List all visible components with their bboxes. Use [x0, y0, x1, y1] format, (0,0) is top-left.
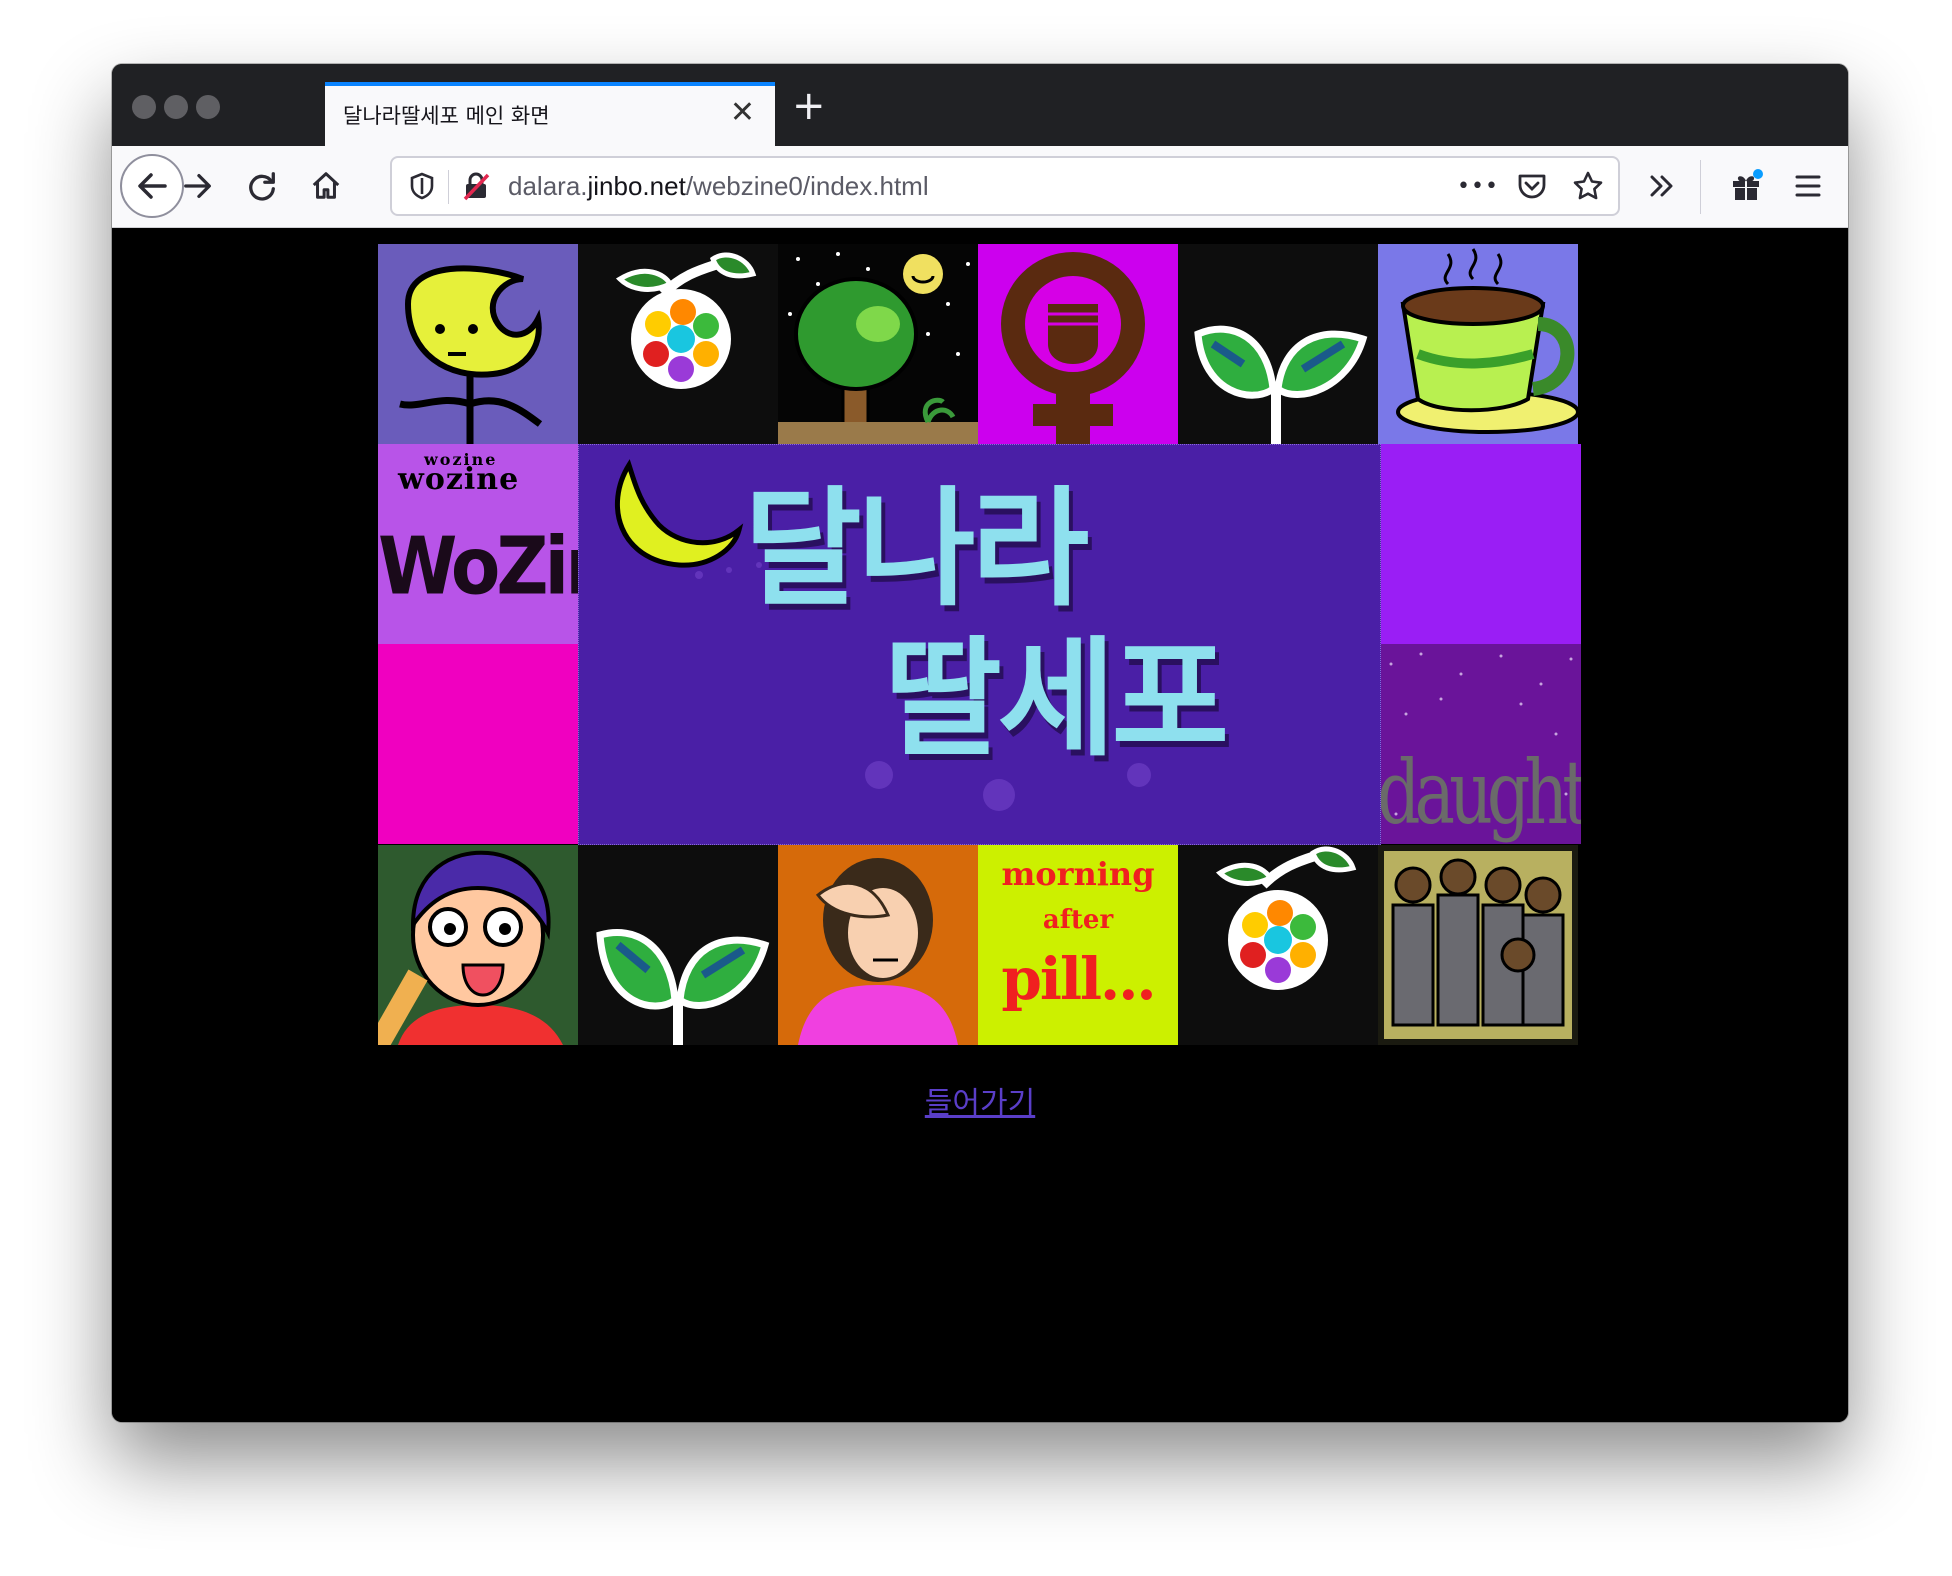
more-icon[interactable]: ••• [1457, 166, 1498, 206]
home-icon[interactable] [302, 162, 350, 210]
gift-icon[interactable] [1722, 162, 1770, 210]
enter-link-container: 들어가기 [112, 1078, 1848, 1122]
zoom-window-button[interactable] [196, 95, 220, 119]
minimize-window-button[interactable] [164, 95, 188, 119]
close-window-button[interactable] [132, 95, 156, 119]
wozine-large-text: WoZine [378, 519, 578, 613]
banner-title-line2: 딸세포 [884, 625, 1229, 774]
image-map: wozine wozine WoZine 달나라 딸세포 [378, 244, 1581, 1046]
browser-window: 달나라딸세포 메인 화면 ✕ + dalara.jinbo.net/webzin… [112, 64, 1848, 1422]
url-path: /webzine0/index.html [685, 171, 929, 201]
reload-icon[interactable] [238, 162, 286, 210]
nav-toolbar: dalara.jinbo.net/webzine0/index.html ••• [112, 146, 1848, 228]
pill-text: pill... [1001, 945, 1156, 1013]
star-icon[interactable] [1568, 166, 1608, 206]
close-icon[interactable]: ✕ [730, 98, 755, 128]
insecure-lock-icon[interactable] [456, 166, 496, 206]
menu-icon[interactable] [1784, 162, 1832, 210]
flower-tile[interactable] [578, 244, 778, 444]
morning-after-pill-tile[interactable]: morning after pill... [978, 845, 1178, 1045]
plus-icon[interactable]: + [792, 86, 826, 126]
title-banner[interactable]: 달나라 딸세포 [578, 444, 1381, 845]
after-text: after [1042, 905, 1114, 935]
morning-text: morning [1001, 855, 1155, 893]
pink-tile [378, 644, 578, 844]
sprout-tile[interactable] [1178, 244, 1378, 444]
url-text[interactable]: dalara.jinbo.net/webzine0/index.html [508, 171, 929, 202]
group-people-tile[interactable] [1378, 845, 1578, 1045]
url-bar[interactable]: dalara.jinbo.net/webzine0/index.html ••• [390, 156, 1620, 216]
fist-symbol-tile[interactable] [978, 244, 1178, 444]
url-subdomain: dalara. [508, 171, 588, 201]
wozine-tile[interactable]: wozine wozine WoZine [378, 444, 578, 644]
woman-crying-tile[interactable] [778, 845, 978, 1045]
daughter-tile[interactable]: daughter [1381, 644, 1581, 844]
overflow-chevron-icon[interactable] [1638, 162, 1686, 210]
wozine-medium-text: wozine [398, 462, 520, 497]
sprout-tile-2[interactable] [578, 845, 778, 1045]
forward-arrow-icon[interactable] [174, 162, 222, 210]
url-host: jinbo.net [587, 171, 686, 201]
tab-title: 달나라딸세포 메인 화면 [343, 104, 550, 128]
tree-tile[interactable] [778, 244, 978, 444]
tea-cup-tile[interactable] [1378, 244, 1578, 444]
moon-face-tile[interactable] [378, 244, 578, 444]
enter-link[interactable]: 들어가기 [925, 1086, 1035, 1121]
violet-tile [1381, 444, 1581, 644]
active-tab[interactable]: 달나라딸세포 메인 화면 ✕ [325, 82, 775, 146]
daughter-text: daughter [1381, 742, 1581, 844]
toolbar-separator [1700, 160, 1701, 214]
url-divider [448, 170, 449, 204]
title-bar: 달나라딸세포 메인 화면 ✕ + [112, 64, 1848, 146]
shield-icon[interactable] [402, 166, 442, 206]
tongue-face-tile[interactable] [378, 845, 578, 1045]
pocket-icon[interactable] [1512, 166, 1552, 206]
flower-tile-2[interactable] [1178, 845, 1378, 1045]
page-content: wozine wozine WoZine 달나라 딸세포 [112, 228, 1848, 1422]
